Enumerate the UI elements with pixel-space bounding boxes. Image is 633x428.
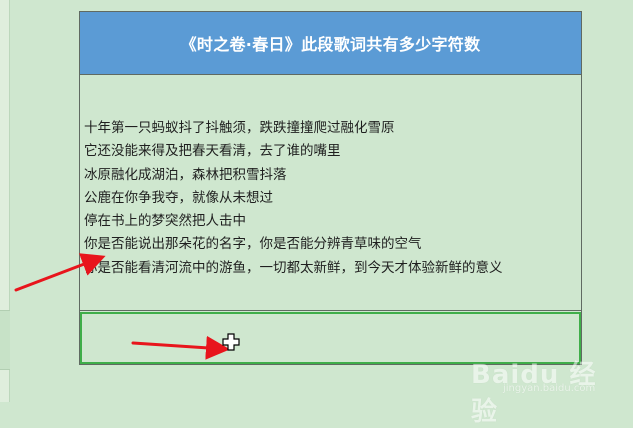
lyrics-cell[interactable]: 十年第一只蚂蚁抖了抖触须，跌跌撞撞爬过融化雪原 它还没能来得及把春天看清，去了谁… (80, 75, 581, 311)
left-edge-strip (0, 0, 10, 402)
lyrics-line: 你是否能看清河流中的游鱼，一切都太新鲜，到今天才体验新鲜的意义 (84, 259, 503, 276)
title-cell[interactable]: 《时之卷·春日》此段歌词共有多少字符数 (80, 12, 581, 75)
watermark-url: jingyan.baidu.com (503, 383, 596, 394)
watermark-logo: Baidu 经验 jingyan.baidu.com (471, 352, 621, 427)
left-edge-cell (0, 310, 10, 370)
lyrics-line: 公鹿在你争我夺，就像从未想过 (84, 189, 273, 206)
lyrics-line: 冰原融化成湖泊，森林把积雪抖落 (84, 166, 287, 183)
lyrics-line: 你是否能说出那朵花的名字，你是否能分辨青草味的空气 (84, 236, 422, 253)
cell-select-cursor-icon (222, 333, 240, 351)
lyrics-line: 十年第一只蚂蚁抖了抖触须，跌跌撞撞爬过融化雪原 (84, 120, 395, 136)
lyrics-line: 它还没能来得及把春天看清，去了谁的嘴里 (84, 143, 341, 160)
lyrics-table: 《时之卷·春日》此段歌词共有多少字符数 十年第一只蚂蚁抖了抖触须，跌跌撞撞爬过融… (79, 11, 582, 365)
title-text: 《时之卷·春日》此段歌词共有多少字符数 (180, 35, 481, 54)
lyrics-line: 停在书上的梦突然把人击中 (84, 213, 246, 230)
